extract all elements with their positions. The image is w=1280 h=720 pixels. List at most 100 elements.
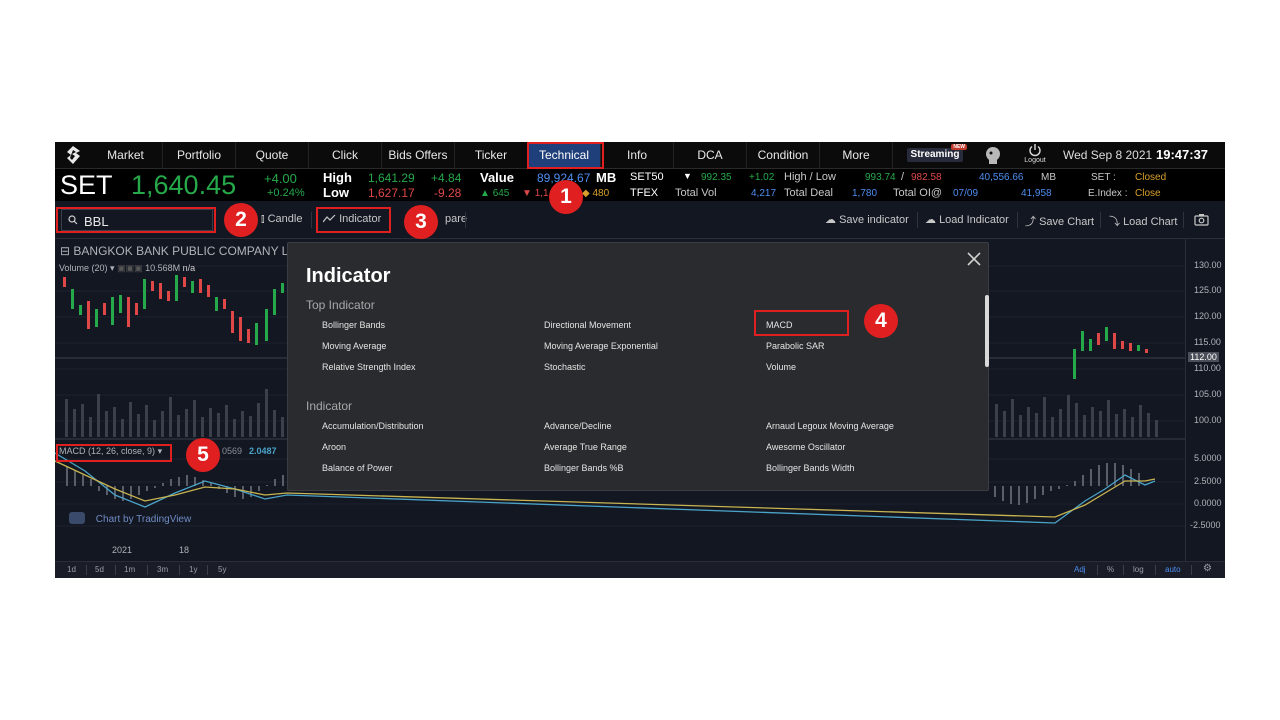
- logout-button[interactable]: Logout: [1020, 143, 1050, 167]
- nav-bids-offers[interactable]: Bids Offers: [382, 142, 455, 168]
- indicator-average-true-range[interactable]: Average True Range: [544, 442, 627, 452]
- set-status-label: SET :: [1091, 172, 1116, 183]
- unchanged-count: ◆ 480: [582, 188, 610, 199]
- index-name: SET: [60, 170, 113, 200]
- nav-more[interactable]: More: [820, 142, 893, 168]
- volume-na: n/a: [182, 263, 196, 273]
- volume-label: Volume (20): [59, 263, 108, 273]
- compare-label: pare: [445, 213, 468, 225]
- nav-info[interactable]: Info: [601, 142, 674, 168]
- indicator-parabolic-sar[interactable]: Parabolic SAR: [766, 341, 825, 351]
- toolbar-divider: [311, 212, 312, 228]
- indicator-stochastic[interactable]: Stochastic: [544, 362, 586, 372]
- indicator-balance-of-power[interactable]: Balance of Power: [322, 463, 393, 473]
- volume-legend[interactable]: Volume (20) ▾ ▣▣▣ 10.568M n/a: [59, 263, 195, 274]
- price-axis[interactable]: 130.00 125.00 120.00 115.00 112.00 110.0…: [1185, 239, 1225, 561]
- logout-label: Logout: [1024, 157, 1046, 164]
- set50-value: 992.35: [701, 172, 732, 183]
- mb-value: 40,556.66: [979, 172, 1024, 183]
- load-chart-button[interactable]: ⤵ Load Chart: [1109, 213, 1178, 229]
- unchanged-count-value: 480: [592, 188, 610, 199]
- percent-toggle[interactable]: %: [1107, 565, 1114, 574]
- compare-button[interactable]: pare: [445, 213, 467, 225]
- candle-button[interactable]: ⫾ Candle: [261, 213, 302, 226]
- toolbar-divider: [917, 212, 918, 228]
- set50-low: 982.58: [911, 172, 942, 183]
- index-value: 1,640.45: [131, 170, 237, 200]
- indicator-bollinger-bands[interactable]: Bollinger Bands: [322, 320, 385, 330]
- indicator-bollinger-bands-width[interactable]: Bollinger Bands Width: [766, 463, 855, 473]
- save-indicator-button[interactable]: ☁ Save indicator: [825, 213, 909, 226]
- value-label: Value: [480, 170, 514, 185]
- dialog-scrollbar[interactable]: [985, 295, 989, 367]
- high-change: +4.84: [431, 171, 462, 185]
- camera-icon[interactable]: [1194, 213, 1209, 226]
- price-tick: 110.00: [1194, 363, 1221, 373]
- low-label: Low: [323, 185, 349, 200]
- step-marker-5: 5: [186, 438, 220, 472]
- gear-icon[interactable]: ⚙: [1203, 563, 1212, 574]
- timeframe-3m[interactable]: 3m: [157, 565, 168, 574]
- oi-value: 41,958: [1021, 188, 1052, 199]
- step-marker-2: 2: [224, 203, 258, 237]
- nav-condition[interactable]: Condition: [747, 142, 820, 168]
- indicator-alma[interactable]: Arnaud Legoux Moving Average: [766, 421, 894, 431]
- total-vol-label: Total Vol: [675, 187, 717, 199]
- timeframe-divider: [207, 565, 208, 575]
- indicator-accumulation-distribution[interactable]: Accumulation/Distribution: [322, 421, 424, 431]
- high-low-separator: /: [901, 171, 905, 183]
- macd-tick: -2.5000: [1190, 520, 1221, 530]
- nav-ticker[interactable]: Ticker: [455, 142, 528, 168]
- save-chart-button[interactable]: ⤴ Save Chart: [1025, 213, 1094, 229]
- macd-tick: 0.0000: [1194, 498, 1222, 508]
- indicator-bollinger-bands-percent-b[interactable]: Bollinger Bands %B: [544, 463, 624, 473]
- brand-name: Streaming: [910, 149, 960, 160]
- nav-portfolio[interactable]: Portfolio: [163, 142, 236, 168]
- close-icon[interactable]: [963, 248, 985, 270]
- assistant-head-icon[interactable]: [983, 145, 1003, 165]
- timeframe-1y[interactable]: 1y: [189, 565, 197, 574]
- indicator-volume[interactable]: Volume: [766, 362, 796, 372]
- candle-icon: ⫾: [261, 213, 265, 225]
- high-value: 1,641.29: [368, 171, 415, 185]
- indicator-awesome-oscillator[interactable]: Awesome Oscillator: [766, 442, 845, 452]
- timeframe-divider: [115, 565, 116, 575]
- timeframe-1m[interactable]: 1m: [124, 565, 135, 574]
- collapse-icon[interactable]: ⊟: [60, 244, 70, 258]
- load-indicator-button[interactable]: ☁ Load Indicator: [925, 213, 1009, 226]
- indicator-rsi[interactable]: Relative Strength Index: [322, 362, 416, 372]
- nav-market[interactable]: Market: [89, 142, 163, 168]
- load-chart-icon: ⤵: [1109, 216, 1120, 228]
- timeframe-divider: [179, 565, 180, 575]
- set50-dropdown-icon[interactable]: ▼: [683, 171, 692, 181]
- option-divider: [1097, 565, 1098, 575]
- macd-tick: 2.5000: [1194, 476, 1222, 486]
- toolbar-divider: [1183, 212, 1184, 228]
- auto-toggle[interactable]: auto: [1165, 565, 1181, 574]
- tradingview-credit[interactable]: Chart by TradingView: [69, 512, 191, 525]
- timeframe-1d[interactable]: 1d: [67, 565, 76, 574]
- high-low-label: High / Low: [784, 171, 836, 183]
- highlight-technical-tab: [527, 142, 604, 169]
- legend-settings-icon[interactable]: ▣▣▣: [117, 263, 143, 273]
- toolbar-divider: [1100, 212, 1101, 228]
- nav-dca[interactable]: DCA: [674, 142, 747, 168]
- indicator-moving-average[interactable]: Moving Average: [322, 341, 386, 351]
- highlight-indicator-button: [316, 207, 391, 233]
- log-toggle[interactable]: log: [1133, 565, 1144, 574]
- timeframe-5y[interactable]: 5y: [218, 565, 226, 574]
- total-oi-label: Total OI@: [893, 187, 943, 199]
- timeframe-5d[interactable]: 5d: [95, 565, 104, 574]
- nav-quote[interactable]: Quote: [236, 142, 309, 168]
- indicator-moving-average-exponential[interactable]: Moving Average Exponential: [544, 341, 658, 351]
- indicator-advance-decline[interactable]: Advance/Decline: [544, 421, 612, 431]
- indicator-directional-movement[interactable]: Directional Movement: [544, 320, 631, 330]
- set50-change: +1.02: [749, 172, 775, 183]
- dialog-title: Indicator: [306, 265, 391, 287]
- adj-toggle[interactable]: Adj: [1074, 565, 1086, 574]
- indicator-aroon[interactable]: Aroon: [322, 442, 346, 452]
- cloud-upload-icon: ☁: [825, 214, 836, 226]
- nav-click[interactable]: Click: [309, 142, 382, 168]
- decline-count-value: 1,1: [534, 188, 549, 199]
- set-status: Closed: [1135, 172, 1167, 183]
